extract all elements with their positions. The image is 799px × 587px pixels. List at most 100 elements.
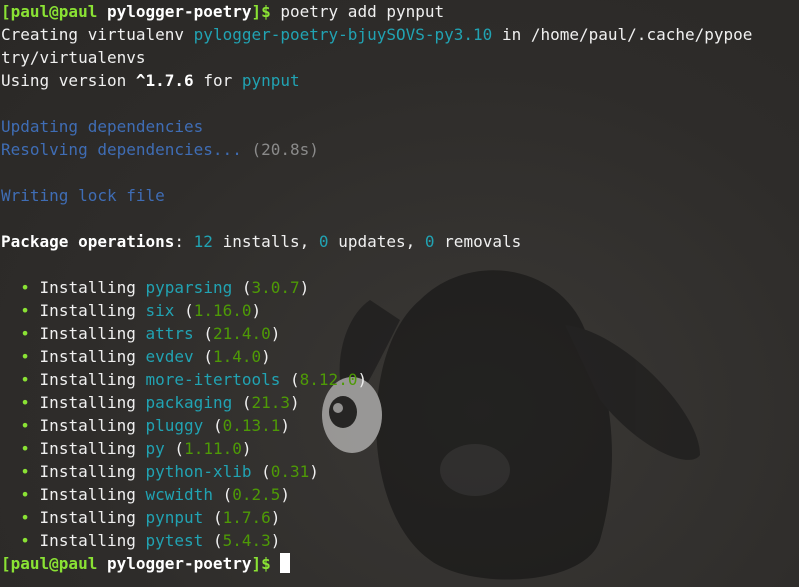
resolving-line: Resolving dependencies... (20.8s) [1,138,752,161]
venv-line-wrap: try/virtualenvs [1,46,752,69]
bullet-icon: • [20,416,30,435]
venv-mid: in [501,25,522,44]
package-name: py [145,439,165,458]
package-version: 1.11.0 [184,439,242,458]
install-row: • Installing wcwidth (0.2.5) [20,485,291,504]
updating-text: Updating dependencies [1,117,204,136]
bullet-icon: • [20,393,30,412]
package-name: more-itertools [145,370,281,389]
prompt-user-host: [paul@paul [1,554,98,573]
install-verb: Installing [39,462,136,481]
venv-path: /home/paul/.cache/pypoe [530,25,753,44]
prompt-cwd: pylogger-poetry [106,2,252,21]
bullet-icon: • [20,301,30,320]
install-list: • Installing pyparsing (3.0.7) • Install… [1,276,752,552]
venv-line: Creating virtualenv pylogger-poetry-bjuy… [1,23,752,46]
install-row: • Installing pytest (5.4.3) [20,531,281,550]
install-row: • Installing attrs (21.4.0) [20,324,281,343]
install-row: • Installing more-itertools (8.12.0) [20,370,368,389]
writing-line: Writing lock file [1,184,752,207]
package-version: 1.4.0 [212,347,262,366]
bullet-icon: • [20,370,30,389]
bullet-icon: • [20,531,30,550]
install-verb: Installing [39,508,136,527]
install-verb: Installing [39,393,136,412]
package-version: 0.31 [270,462,310,481]
package-name: pyparsing [145,278,233,297]
venv-path-wrap: try/virtualenvs [1,48,146,67]
install-verb: Installing [39,416,136,435]
version-prefix: Using version [1,71,127,90]
package-name: evdev [145,347,194,366]
prompt-line[interactable]: [paul@paul pylogger-poetry]$ [1,552,752,575]
install-verb: Installing [39,370,136,389]
version-value: ^1.7.6 [135,71,194,90]
install-verb: Installing [39,485,136,504]
writing-text: Writing lock file [1,186,165,205]
resolving-text: Resolving dependencies... [1,140,242,159]
operations-line: Package operations: 12 installs, 0 updat… [1,232,522,251]
terminal-window[interactable]: [paul@paul pylogger-poetry]$ poetry add … [0,0,799,587]
install-row: • Installing pyparsing (3.0.7) [20,278,310,297]
package-name: pynput [145,508,204,527]
bullet-icon: • [20,324,30,343]
install-verb: Installing [39,531,136,550]
command-text: poetry add pynput [280,2,445,21]
install-row: • Installing six (1.16.0) [20,301,262,320]
install-row: • Installing python-xlib (0.31) [20,462,319,481]
install-row: • Installing pluggy (0.13.1) [20,416,291,435]
resolving-time: (20.8s) [251,140,319,159]
install-verb: Installing [39,347,136,366]
text-cursor [280,553,291,573]
package-version: 0.13.1 [222,416,281,435]
bullet-icon: • [20,278,30,297]
version-package: pynput [241,71,300,90]
package-name: wcwidth [145,485,213,504]
updating-line: Updating dependencies [1,115,752,138]
updates-count: 0 [318,232,329,251]
bullet-icon: • [20,485,30,504]
version-line: Using version ^1.7.6 for pynput [1,69,752,92]
package-name: python-xlib [145,462,252,481]
package-version: 21.4.0 [212,324,271,343]
install-row: • Installing evdev (1.4.0) [20,347,271,366]
prompt-cwd: pylogger-poetry [106,554,252,573]
install-row: • Installing pynput (1.7.6) [20,508,281,527]
removals-label: removals [444,232,522,251]
package-name: pluggy [145,416,204,435]
venv-name: pylogger-poetry-bjuySOVS-py3.10 [193,25,493,44]
install-row: • Installing packaging (21.3) [20,393,300,412]
venv-prefix: Creating virtualenv [1,25,185,44]
prompt-close: ]$ [251,554,271,573]
install-row: • Installing py (1.11.0) [20,439,252,458]
installs-label: installs, [222,232,310,251]
prompt-user-host: [paul@paul [1,2,98,21]
package-version: 0.2.5 [232,485,281,504]
version-for: for [203,71,233,90]
package-version: 1.7.6 [222,508,271,527]
package-name: attrs [145,324,194,343]
bullet-icon: • [20,462,30,481]
package-version: 8.12.0 [299,370,358,389]
install-verb: Installing [39,439,136,458]
install-verb: Installing [39,301,136,320]
bullet-icon: • [20,347,30,366]
install-verb: Installing [39,278,136,297]
installs-count: 12 [193,232,213,251]
bullet-icon: • [20,439,30,458]
install-verb: Installing [39,324,136,343]
prompt-close: ]$ [251,2,271,21]
package-version: 21.3 [251,393,291,412]
package-version: 5.4.3 [222,531,271,550]
package-version: 1.16.0 [193,301,252,320]
package-name: pytest [145,531,204,550]
package-version: 3.0.7 [251,278,300,297]
removals-count: 0 [424,232,435,251]
package-name: packaging [145,393,233,412]
operations-label: Package operations [1,232,175,251]
package-name: six [145,301,175,320]
